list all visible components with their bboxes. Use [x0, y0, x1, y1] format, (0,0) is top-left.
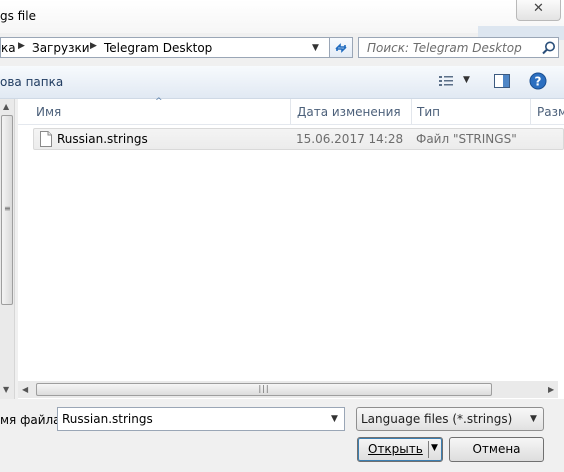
horizontal-scroll-thumb[interactable]: |||: [36, 383, 492, 396]
refresh-icon: [335, 43, 347, 53]
open-button[interactable]: Открыть ▼: [357, 437, 443, 462]
cancel-button-label: Отмена: [472, 442, 521, 456]
grip-icon: |||: [258, 384, 270, 393]
open-options-dropdown-icon[interactable]: ▼: [431, 444, 438, 453]
file-date: 15.06.2017 14:28: [296, 132, 404, 146]
file-name: Russian.strings: [57, 132, 148, 146]
cancel-button[interactable]: Отмена: [449, 437, 544, 462]
document-icon: [40, 131, 52, 147]
file-row[interactable]: Russian.strings 15.06.2017 14:28 Файл "S…: [33, 128, 564, 150]
scroll-right-icon[interactable]: ▶: [548, 385, 554, 394]
grip-icon: ≡: [4, 204, 11, 213]
svg-text:?: ?: [535, 75, 542, 89]
filename-input[interactable]: [58, 408, 324, 430]
column-divider[interactable]: [530, 99, 531, 124]
search-box[interactable]: [358, 37, 559, 58]
filetype-dropdown-icon[interactable]: ▼: [530, 414, 537, 424]
new-folder-button[interactable]: ова папка: [0, 75, 63, 89]
search-icon[interactable]: [541, 40, 557, 56]
split-divider: [428, 441, 429, 458]
filename-combobox[interactable]: ▼: [57, 407, 345, 431]
column-divider[interactable]: [411, 99, 412, 124]
preview-pane-icon[interactable]: [493, 73, 511, 89]
sort-ascending-icon: ^: [155, 97, 163, 107]
horizontal-scrollbar[interactable]: ◀ ||| ▶: [18, 381, 558, 398]
close-icon: ✕: [533, 1, 544, 16]
breadcrumb-separator-icon[interactable]: ▶: [90, 41, 97, 51]
search-input[interactable]: [359, 38, 545, 57]
breadcrumb-telegram-desktop[interactable]: Telegram Desktop: [104, 41, 212, 55]
filename-dropdown-icon[interactable]: ▼: [331, 414, 338, 424]
filetype-value: Language files (*.strings): [361, 412, 513, 426]
open-button-label: Открыть: [368, 442, 423, 456]
nav-scroll-thumb[interactable]: ≡: [1, 115, 13, 305]
column-size[interactable]: Разм: [537, 105, 564, 119]
breadcrumb-downloads[interactable]: Загрузки: [32, 41, 90, 55]
file-type: Файл "STRINGS": [416, 132, 517, 146]
window-title: gs file: [0, 9, 36, 23]
filetype-select[interactable]: Language files (*.strings) ▼: [356, 407, 544, 431]
filename-label: мя файла:: [0, 413, 65, 427]
scroll-down-icon[interactable]: ▼: [3, 385, 9, 394]
breadcrumb-separator-icon[interactable]: ▶: [18, 41, 25, 51]
nav-pane-scrollbar[interactable]: ▲ ≡ ▼: [0, 99, 15, 399]
view-dropdown-icon[interactable]: ▼: [463, 75, 470, 85]
column-name[interactable]: Имя: [36, 105, 61, 119]
column-date[interactable]: Дата изменения: [297, 105, 401, 119]
address-dropdown-icon[interactable]: ▼: [312, 43, 319, 53]
address-bar[interactable]: ка ▶ Загрузки ▶ Telegram Desktop ▼: [0, 37, 330, 58]
column-type[interactable]: Тип: [417, 105, 440, 119]
help-icon[interactable]: ?: [529, 72, 547, 90]
refresh-button[interactable]: [330, 37, 353, 58]
breadcrumb-parent[interactable]: ка: [1, 41, 16, 55]
column-header: ^ Имя Дата изменения Тип Разм: [18, 97, 564, 125]
scroll-left-icon[interactable]: ◀: [22, 385, 28, 394]
command-toolbar: ова папка ▼ ?: [0, 66, 564, 99]
scroll-up-icon[interactable]: ▲: [3, 102, 9, 111]
file-list[interactable]: ^ Имя Дата изменения Тип Разм Russian.st…: [18, 97, 564, 399]
column-divider[interactable]: [290, 99, 291, 124]
close-button[interactable]: ✕: [516, 0, 561, 21]
view-options-icon[interactable]: [438, 73, 456, 89]
